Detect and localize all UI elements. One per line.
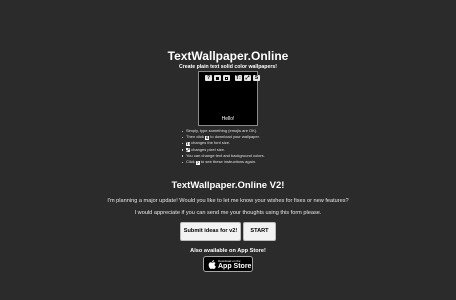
preview-toolbar: ? T↕ ⤢ S: [205, 75, 260, 82]
badge-big-text: App Store: [218, 262, 252, 270]
announcement-title: TextWallpaper.Online V2!: [171, 180, 285, 191]
instruction-text: to download your wallpaper.: [210, 134, 260, 140]
expand-icon: ⤢: [186, 147, 190, 153]
background-color-icon: [225, 76, 228, 80]
wallpaper-preview[interactable]: ? T↕ ⤢ S Hello!: [198, 71, 260, 126]
font-size-button[interactable]: T↕: [235, 75, 242, 81]
help-icon: ?: [206, 75, 211, 81]
instruction-text: Then click: [186, 134, 205, 140]
text-color-button[interactable]: [214, 75, 221, 81]
app-title: TextWallpaper.Online: [167, 49, 289, 63]
instruction-text: changes the font size.: [191, 140, 231, 146]
app-subtitle: Create plain text solid color wallpapers…: [178, 64, 277, 70]
save-icon: S: [205, 134, 210, 140]
instruction-text: Click: [186, 159, 195, 165]
pixel-size-button[interactable]: ⤢: [244, 75, 251, 81]
text-color-icon: [216, 76, 219, 80]
instructions-list: Simply, type something (emojis are OK). …: [181, 128, 265, 165]
preview-text[interactable]: Hello!: [199, 116, 257, 122]
submit-ideas-button[interactable]: Submit ideas for v2!: [180, 222, 241, 241]
app-store-badge[interactable]: Download on the App Store: [203, 256, 253, 272]
help-button[interactable]: ?: [205, 75, 212, 81]
appstore-label: Also available on App Store!: [190, 248, 266, 254]
announcement-text: I would appreciate if you can send me yo…: [134, 210, 322, 216]
font-size-icon: T↕: [186, 140, 191, 146]
instruction-text: changes pixel size.: [191, 146, 225, 152]
announcement-text: I'm planning a major update! Would you l…: [107, 198, 349, 204]
font-size-icon: T↕: [235, 75, 242, 81]
instruction-text: to see these instructions again.: [200, 159, 257, 165]
instruction-text: Simply, type something (emojis are OK).: [186, 128, 258, 133]
save-icon: S: [254, 75, 259, 81]
instruction-text: You can change text and background color…: [186, 152, 265, 158]
background-color-button[interactable]: [223, 75, 230, 81]
download-button[interactable]: S: [253, 75, 260, 81]
list-item: Click ? to see these instructions again.: [182, 159, 265, 165]
start-button[interactable]: START: [243, 222, 276, 241]
apple-icon: [208, 260, 216, 269]
page: TextWallpaper.Online Create plain text s…: [0, 0, 456, 300]
help-icon: ?: [195, 159, 200, 165]
expand-icon: ⤢: [245, 75, 250, 81]
